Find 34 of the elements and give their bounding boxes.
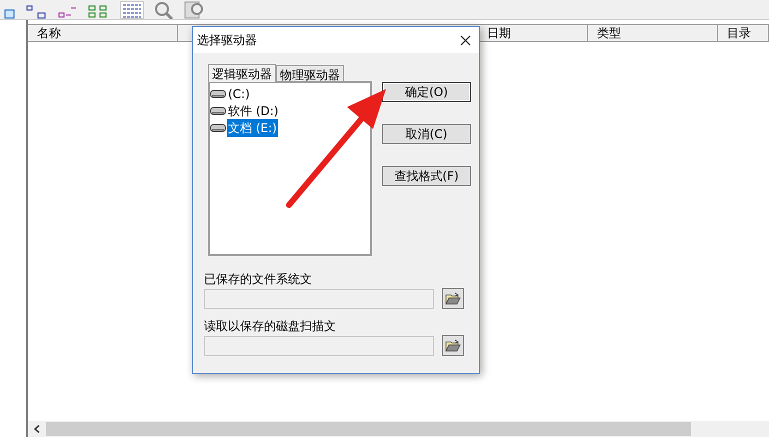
magnifier-icon[interactable] [154, 1, 174, 19]
browse-button[interactable] [442, 288, 464, 309]
column-header[interactable]: 名称 [28, 25, 178, 41]
horizontal-scrollbar[interactable] [28, 421, 769, 437]
browse-button[interactable] [442, 335, 464, 356]
tab[interactable]: 逻辑驱动器 [208, 64, 276, 82]
open-folder-icon [445, 338, 461, 352]
dialog-button[interactable]: 取消(C) [382, 124, 471, 144]
field-label: 读取以保存的磁盘扫描文 [204, 318, 337, 335]
dialog-title: 选择驱动器 [197, 32, 257, 49]
open-folder-icon [445, 292, 461, 306]
column-header[interactable]: 目录 [718, 25, 769, 41]
close-icon[interactable] [460, 34, 471, 46]
scroll-left-icon[interactable] [34, 425, 40, 433]
list-icon[interactable] [120, 1, 144, 19]
column-header[interactable]: 类型 [588, 25, 718, 41]
dialog-button[interactable]: 确定(O) [382, 82, 471, 102]
drive-label: 文档 (E:) [227, 118, 278, 136]
drive-icon [210, 106, 226, 114]
drive-icon [210, 90, 226, 98]
drive-item[interactable]: 软件 (D:) [210, 102, 282, 119]
magnifier-icon[interactable] [184, 1, 206, 19]
dialog-button[interactable]: 查找格式(F) [382, 166, 471, 186]
drive-icon [210, 124, 226, 132]
drive-label: (C:) [227, 86, 251, 102]
drive-item[interactable]: (C:) [210, 85, 253, 102]
path-field[interactable] [204, 288, 434, 308]
tab[interactable]: 物理驱动器 [276, 65, 344, 81]
scrollbar-thumb[interactable] [46, 422, 691, 436]
field-label: 已保存的文件系统文 [204, 271, 313, 288]
document-icon[interactable] [4, 9, 16, 19]
path-field[interactable] [204, 336, 434, 356]
drive-item[interactable]: 文档 (E:) [210, 119, 280, 136]
drive-label: 软件 (D:) [227, 102, 280, 120]
